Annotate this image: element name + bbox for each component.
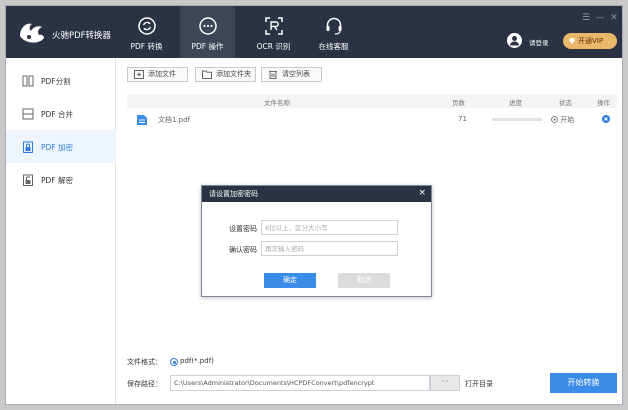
password-input[interactable] xyxy=(261,220,398,235)
add-file-label: 添加文件 xyxy=(148,70,176,78)
add-file-icon xyxy=(134,70,144,79)
dialog-header: 请设置加密密码 × xyxy=(202,186,431,202)
status-label: 开始 xyxy=(560,116,575,124)
unlock-icon xyxy=(23,174,33,186)
pdf-file-icon xyxy=(137,115,147,125)
tab-label: OCR 识别 xyxy=(256,42,291,51)
file-name: 文档1.pdf xyxy=(158,116,191,124)
tab-pdf-convert[interactable]: PDF 转换 xyxy=(119,6,174,58)
table-row[interactable]: 文档1.pdf 71 开始 xyxy=(127,110,617,128)
start-convert-button[interactable]: 开始转换 xyxy=(550,373,617,393)
sidebar-item-label: PDF分割 xyxy=(41,77,71,86)
minimize-icon[interactable]: — xyxy=(595,13,605,23)
ok-button[interactable]: 确定 xyxy=(264,273,316,288)
tab-label: 在线客服 xyxy=(318,42,349,51)
app-logo xyxy=(20,23,44,43)
add-file-button[interactable]: 添加文件 xyxy=(127,67,188,82)
browse-button[interactable]: ··· xyxy=(430,375,460,391)
menu-icon[interactable]: ☰ xyxy=(581,13,591,23)
app-window: 火驰PDF转换器 PDF 转换 PDF 操作 OCR 识别 在线客服 请登录 开… xyxy=(5,5,623,405)
open-directory-link[interactable]: 打开目录 xyxy=(465,379,493,389)
sidebar: PDF分割 PDF 合并 PDF 加密 PDF 解密 xyxy=(6,58,116,404)
start-status-button[interactable]: 开始 xyxy=(551,115,574,125)
header-file-name: 文件名称 xyxy=(264,99,290,107)
password-dialog: 请设置加密密码 × 设置密码 确认密码 确定 取消 xyxy=(201,185,432,297)
header-progress: 进度 xyxy=(509,99,522,107)
trash-icon xyxy=(269,71,277,79)
tab-label: PDF 操作 xyxy=(191,42,224,51)
sidebar-item-split[interactable]: PDF分割 xyxy=(6,64,116,97)
add-folder-button[interactable]: 添加文件夹 xyxy=(195,67,256,82)
tab-pdf-operate[interactable]: PDF 操作 xyxy=(180,6,235,58)
header-pages: 页数 xyxy=(452,99,465,107)
app-title: 火驰PDF转换器 xyxy=(52,31,112,41)
headset-icon xyxy=(326,17,341,35)
split-icon xyxy=(22,75,34,87)
vip-button[interactable]: 开通VIP xyxy=(563,33,617,49)
login-link[interactable]: 请登录 xyxy=(529,37,549,47)
convert-icon xyxy=(137,17,156,35)
format-label: 文件格式： xyxy=(127,358,162,366)
table-header: 文件名称 页数 进度 状态 操作 xyxy=(127,94,617,108)
clear-list-label: 清空列表 xyxy=(282,70,310,78)
format-value: pdf(*.pdf) xyxy=(180,357,214,365)
diamond-icon xyxy=(569,38,575,44)
sidebar-item-label: PDF 加密 xyxy=(41,143,73,152)
sidebar-item-encrypt[interactable]: PDF 加密 xyxy=(6,130,116,163)
sidebar-item-label: PDF 合并 xyxy=(41,110,73,119)
add-folder-label: 添加文件夹 xyxy=(216,70,251,78)
close-icon[interactable]: ✕ xyxy=(609,13,619,23)
play-icon xyxy=(551,116,558,123)
top-bar: 火驰PDF转换器 PDF 转换 PDF 操作 OCR 识别 在线客服 请登录 开… xyxy=(6,6,622,58)
avatar-icon[interactable] xyxy=(507,33,522,48)
tab-label: PDF 转换 xyxy=(130,42,163,51)
save-path-input[interactable] xyxy=(170,375,430,391)
tab-ocr[interactable]: OCR 识别 xyxy=(246,6,301,58)
cancel-button[interactable]: 取消 xyxy=(338,273,390,288)
clear-list-button[interactable]: 清空列表 xyxy=(261,67,322,82)
progress-bar xyxy=(492,118,542,121)
dialog-title: 请设置加密密码 xyxy=(209,190,258,198)
confirm-password-label: 确认密码 xyxy=(229,246,257,254)
password-label: 设置密码 xyxy=(229,225,257,233)
delete-row-icon[interactable] xyxy=(602,115,610,123)
lock-icon xyxy=(23,141,33,153)
chat-icon xyxy=(198,17,217,35)
sidebar-item-decrypt[interactable]: PDF 解密 xyxy=(6,163,116,196)
ocr-icon xyxy=(264,17,283,35)
sidebar-item-merge[interactable]: PDF 合并 xyxy=(6,97,116,130)
header-action: 操作 xyxy=(597,99,610,107)
page-count: 71 xyxy=(458,115,467,123)
sidebar-item-label: PDF 解密 xyxy=(41,176,73,185)
header-status: 状态 xyxy=(559,99,572,107)
merge-icon xyxy=(22,108,34,120)
confirm-password-input[interactable] xyxy=(261,241,398,256)
dialog-close-icon[interactable]: × xyxy=(418,188,426,199)
format-radio[interactable] xyxy=(170,358,178,366)
save-path-label: 保存路径： xyxy=(127,380,162,388)
vip-label: 开通VIP xyxy=(578,37,604,45)
tab-online-service[interactable]: 在线客服 xyxy=(306,6,361,58)
folder-icon xyxy=(202,70,212,79)
